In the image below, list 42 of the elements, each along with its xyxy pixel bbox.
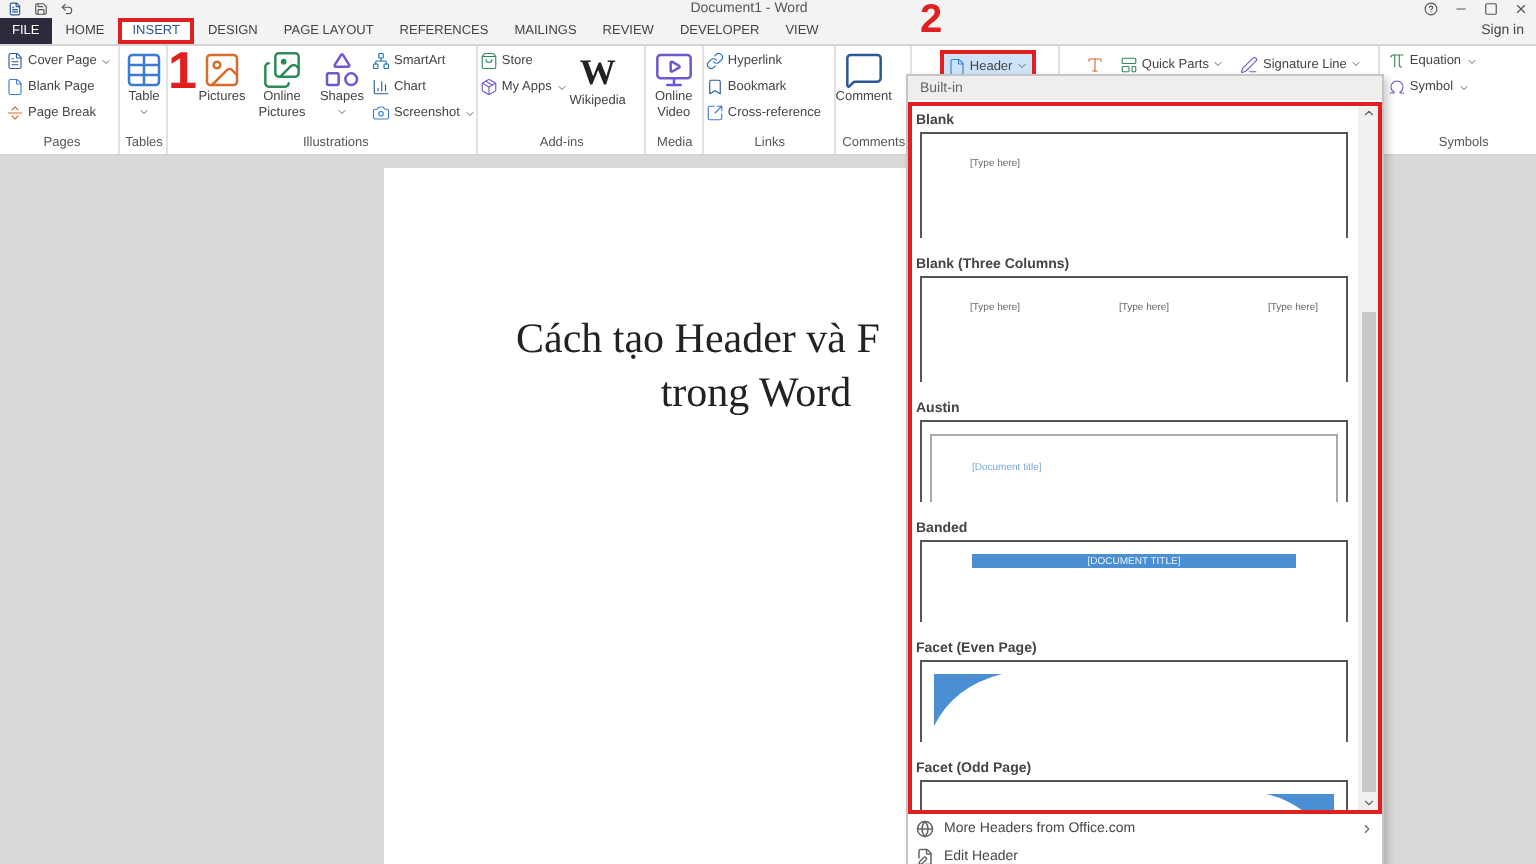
table-icon — [124, 50, 164, 90]
page-icon — [916, 847, 934, 864]
apps-icon — [479, 78, 498, 96]
document-title: Cách tạo Header và F — [516, 312, 880, 366]
header-preview[interactable] — [920, 660, 1348, 742]
pen-icon — [1240, 55, 1259, 73]
scroll-thumb[interactable] — [1361, 312, 1375, 792]
save-icon[interactable] — [34, 2, 48, 16]
video-icon — [653, 50, 694, 90]
globe-icon — [916, 819, 934, 837]
chart-icon — [372, 78, 390, 96]
help-icon[interactable] — [1424, 2, 1438, 16]
document-icon — [6, 52, 24, 70]
link-icon — [705, 52, 724, 70]
scrollbar[interactable] — [1358, 106, 1378, 810]
shapes-icon — [322, 50, 362, 90]
bookmark-icon — [705, 78, 724, 96]
page-icon — [6, 78, 24, 96]
word-icon — [8, 2, 22, 16]
store-icon — [479, 52, 498, 70]
comment-icon — [843, 50, 884, 90]
page-break-icon — [6, 104, 24, 122]
omega-icon — [1387, 78, 1406, 96]
cross-reference-icon — [705, 104, 724, 122]
smartart-icon — [372, 52, 390, 70]
text-box-icon — [1085, 55, 1104, 73]
quick-parts-icon — [1119, 55, 1138, 73]
page-icon — [947, 57, 966, 75]
close-icon[interactable] — [1514, 2, 1528, 16]
pi-icon — [1387, 52, 1406, 70]
undo-icon[interactable] — [60, 2, 74, 16]
triangle-drawing — [934, 674, 1002, 726]
picture-icon — [202, 50, 242, 90]
camera-icon — [372, 104, 390, 122]
maximize-icon[interactable] — [1484, 2, 1498, 16]
wikipedia-logo: W — [579, 50, 616, 94]
step-number: 2 — [920, 0, 943, 40]
document-title: trong Word — [660, 366, 852, 420]
step-number: 1 — [168, 44, 197, 96]
scroll-down-icon[interactable] — [1361, 796, 1375, 810]
scroll-up-icon[interactable] — [1361, 106, 1375, 120]
pictures-icon — [262, 50, 302, 90]
